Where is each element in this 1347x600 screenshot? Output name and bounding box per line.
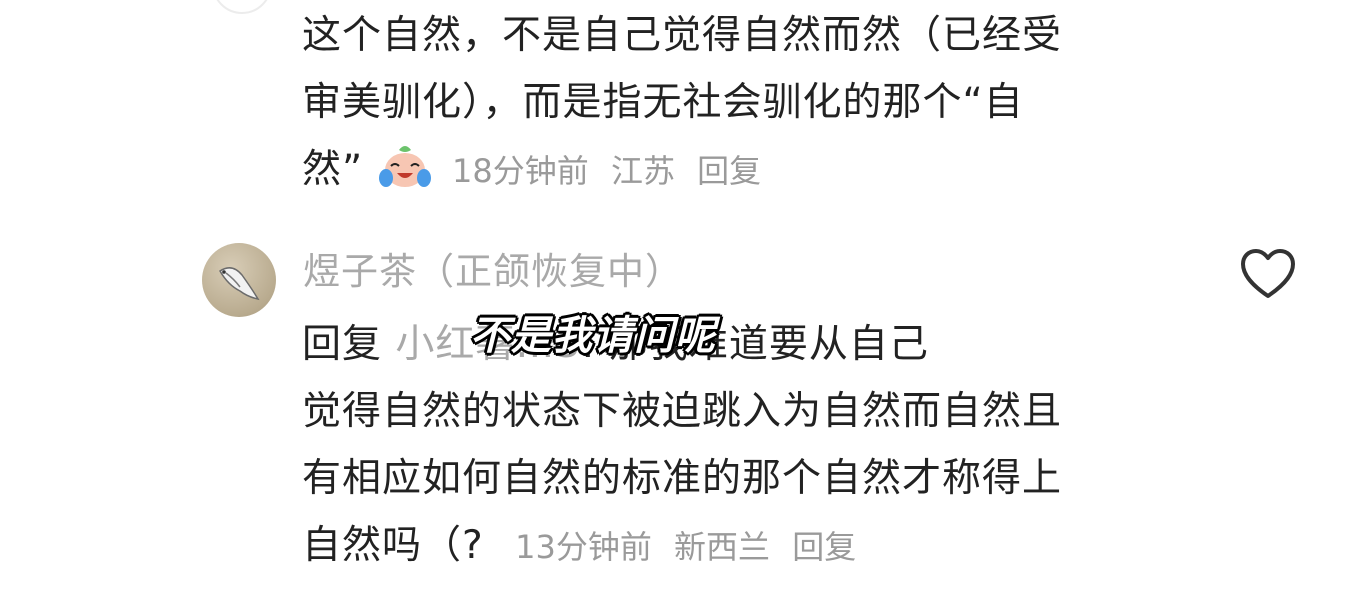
comment-time: 18分钟前 [452, 152, 589, 190]
comment-body: 这个自然，不是自己觉得自然而然（已经受 审美驯化），而是指无社会驯化的那个“自 … [302, 2, 1162, 205]
comment-line: 有相应如何自然的标准的那个自然才称得上 [302, 456, 1063, 501]
comment-line: 这个自然，不是自己觉得自然而然（已经受 [302, 13, 1063, 58]
comment-meta: 18分钟前 江苏 回复 [452, 152, 773, 190]
reply-label: 回复 [302, 322, 383, 367]
comment-line-last: 然” 18分钟前 江苏 回复 [302, 136, 1162, 205]
reply-button[interactable]: 回复 [697, 152, 761, 190]
comment-line: 然” [302, 147, 364, 192]
comment-meta: 13分钟前 新西兰 回复 [515, 528, 868, 566]
comment-username[interactable]: 煜子茶（正颌恢复中） [303, 244, 683, 300]
comment-line-first: 回复 小红薯…3: 那我难道要从自己 [302, 311, 1162, 378]
comment-line: 自然吗（? [302, 523, 484, 568]
crying-laughing-emoji-icon [378, 146, 431, 187]
avatar[interactable] [202, 243, 276, 317]
avatar-image-icon [219, 267, 260, 301]
comment-location: 新西兰 [674, 528, 771, 566]
comment-time: 13分钟前 [515, 528, 652, 566]
comment-location: 江苏 [610, 152, 675, 190]
video-subtitle: 不是我请问呢 [470, 313, 716, 359]
comment-line: 审美驯化），而是指无社会驯化的那个“自 [302, 80, 1024, 125]
heart-icon[interactable] [1239, 247, 1297, 301]
comment-line-last: 自然吗（? 13分钟前 新西兰 回复 [302, 512, 1162, 581]
comment-line: 觉得自然的状态下被迫跳入为自然而自然且 [302, 389, 1063, 434]
previous-avatar[interactable] [212, 0, 272, 14]
comment-body: 回复 小红薯…3: 那我难道要从自己 觉得自然的状态下被迫跳入为自然而自然且 有… [302, 311, 1162, 581]
reply-button[interactable]: 回复 [792, 528, 856, 566]
